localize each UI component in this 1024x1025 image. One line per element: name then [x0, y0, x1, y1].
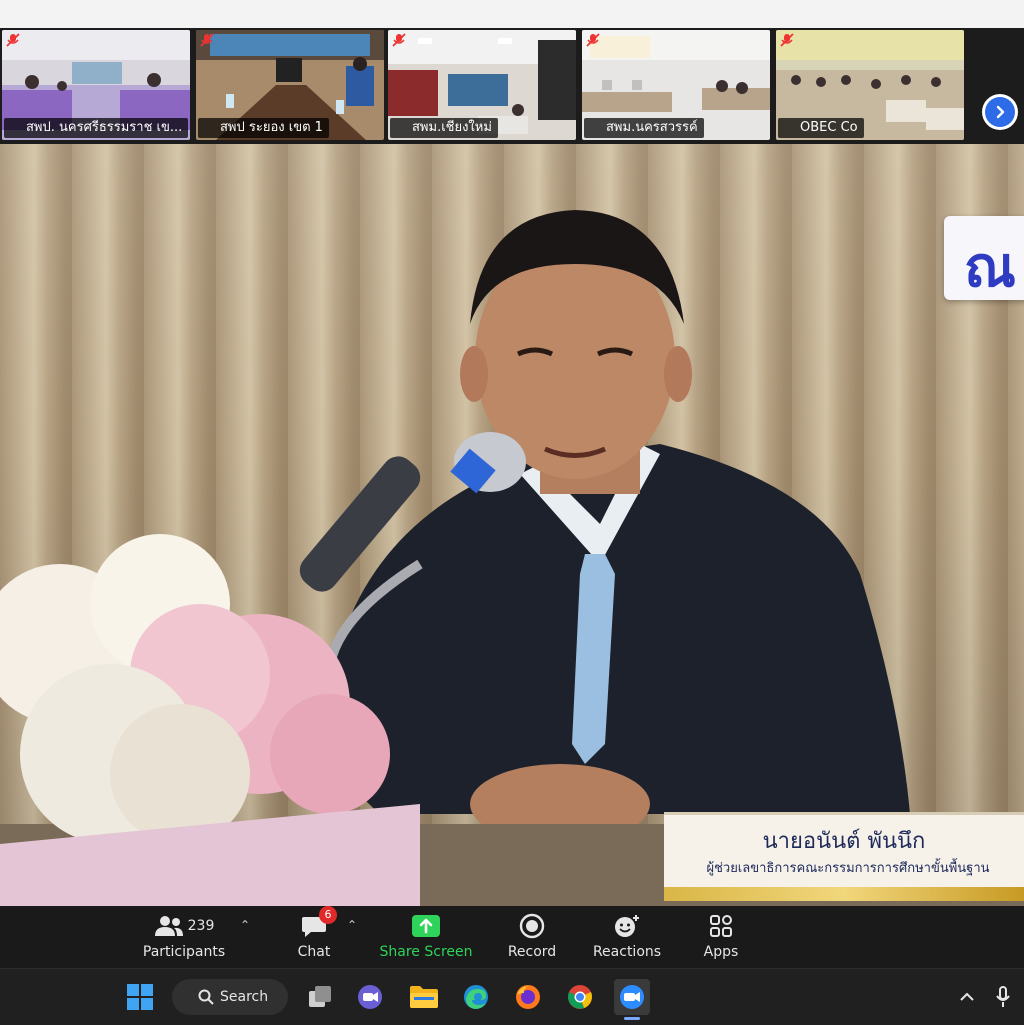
participant-thumbnail[interactable]: OBEC Co: [776, 30, 964, 140]
participant-thumbnail[interactable]: สพป. นครศรีธรรมราช เข...: [2, 30, 190, 140]
next-page-button[interactable]: [982, 94, 1018, 130]
participants-icon: [154, 916, 183, 936]
participants-label: Participants: [142, 944, 226, 960]
windows-logo-icon: [127, 984, 153, 1010]
folder-icon: [410, 986, 438, 1008]
participant-name: OBEC Co: [778, 118, 864, 138]
video-chat-icon: [358, 985, 382, 1009]
nameplate: นายอนันต์ พันนึก ผู้ช่วยเลขาธิการคณะกรรม…: [664, 812, 1024, 901]
muted-mic-icon: [780, 33, 794, 47]
firefox-button[interactable]: [510, 979, 546, 1015]
nameplate-title: ผู้ช่วยเลขาธิการคณะกรรมการการศึกษาขั้นพื…: [706, 861, 990, 876]
show-hidden-icons-button[interactable]: [952, 979, 982, 1015]
meeting-toolbar: 239 Participants ⌃ 6 Chat ⌃ Share Screen: [0, 906, 1024, 968]
chat-button[interactable]: 6 Chat: [294, 906, 337, 966]
edge-icon: [464, 985, 488, 1009]
share-screen-icon: [412, 915, 440, 937]
share-screen-button[interactable]: Share Screen: [379, 912, 473, 966]
windows-taskbar: Search: [0, 968, 1024, 1025]
meet-app-button[interactable]: [352, 979, 388, 1015]
reactions-icon: [615, 915, 639, 937]
task-view-icon: [309, 986, 331, 1007]
edge-browser-button[interactable]: [458, 979, 494, 1015]
taskbar-search[interactable]: Search: [172, 979, 288, 1015]
chrome-icon: [568, 985, 592, 1009]
apps-label: Apps: [703, 944, 739, 960]
reactions-button[interactable]: Reactions: [592, 912, 662, 966]
participants-caret[interactable]: ⌃: [240, 918, 250, 932]
zoom-icon: [620, 985, 644, 1009]
muted-mic-icon: [6, 33, 20, 47]
microphone-icon: [996, 986, 1010, 1007]
nameplate-name: นายอนันต์ พันนึก: [762, 829, 926, 854]
microphone-tray-button[interactable]: [988, 979, 1018, 1015]
apps-button[interactable]: Apps: [700, 912, 742, 966]
participant-thumbnail[interactable]: สพม.เชียงใหม่: [388, 30, 576, 140]
zoom-app-button[interactable]: [614, 979, 650, 1015]
muted-mic-icon: [200, 33, 214, 47]
gallery-strip: สพป. นครศรีธรรมราช เข... สพป ระยอง เขต 1: [0, 28, 1024, 144]
participant-name: สพป ระยอง เขต 1: [198, 118, 329, 138]
participant-thumbnail[interactable]: สพป ระยอง เขต 1: [196, 30, 384, 140]
muted-mic-icon: [586, 33, 600, 47]
record-icon: [519, 913, 545, 939]
search-icon: [198, 989, 214, 1005]
start-button[interactable]: [122, 979, 158, 1015]
chat-badge: 6: [319, 906, 337, 924]
chat-caret[interactable]: ⌃: [347, 918, 357, 932]
participant-name: สพม.เชียงใหม่: [390, 118, 498, 138]
muted-mic-icon: [392, 33, 406, 47]
record-button[interactable]: Record: [506, 912, 558, 966]
task-view-button[interactable]: [302, 979, 338, 1015]
search-label: Search: [220, 989, 269, 1005]
active-speaker-video: ณ นายอนันต์ พันนึก ผู้ช่วยเลขาธิการคณะกร…: [0, 144, 1024, 906]
participants-button[interactable]: 239 Participants: [142, 912, 226, 966]
share-screen-label: Share Screen: [379, 944, 473, 960]
participant-name: สพป. นครศรีธรรมราช เข...: [4, 118, 189, 138]
participants-count: 239: [187, 918, 215, 934]
record-label: Record: [507, 944, 557, 960]
firefox-icon: [516, 985, 540, 1009]
chevron-right-icon: [985, 97, 1015, 127]
flower-arrangement: [0, 534, 420, 906]
chat-label: Chat: [297, 944, 331, 960]
apps-icon: [710, 915, 732, 937]
reactions-label: Reactions: [592, 944, 662, 960]
window-top-strip: [0, 0, 1024, 28]
participant-name: สพม.นครสวรรค์: [584, 118, 704, 138]
file-explorer-button[interactable]: [406, 979, 442, 1015]
chevron-up-icon: [960, 992, 974, 1001]
participant-thumbnail[interactable]: สพม.นครสวรรค์: [582, 30, 770, 140]
active-app-indicator: [624, 1017, 640, 1020]
chrome-button[interactable]: [562, 979, 598, 1015]
